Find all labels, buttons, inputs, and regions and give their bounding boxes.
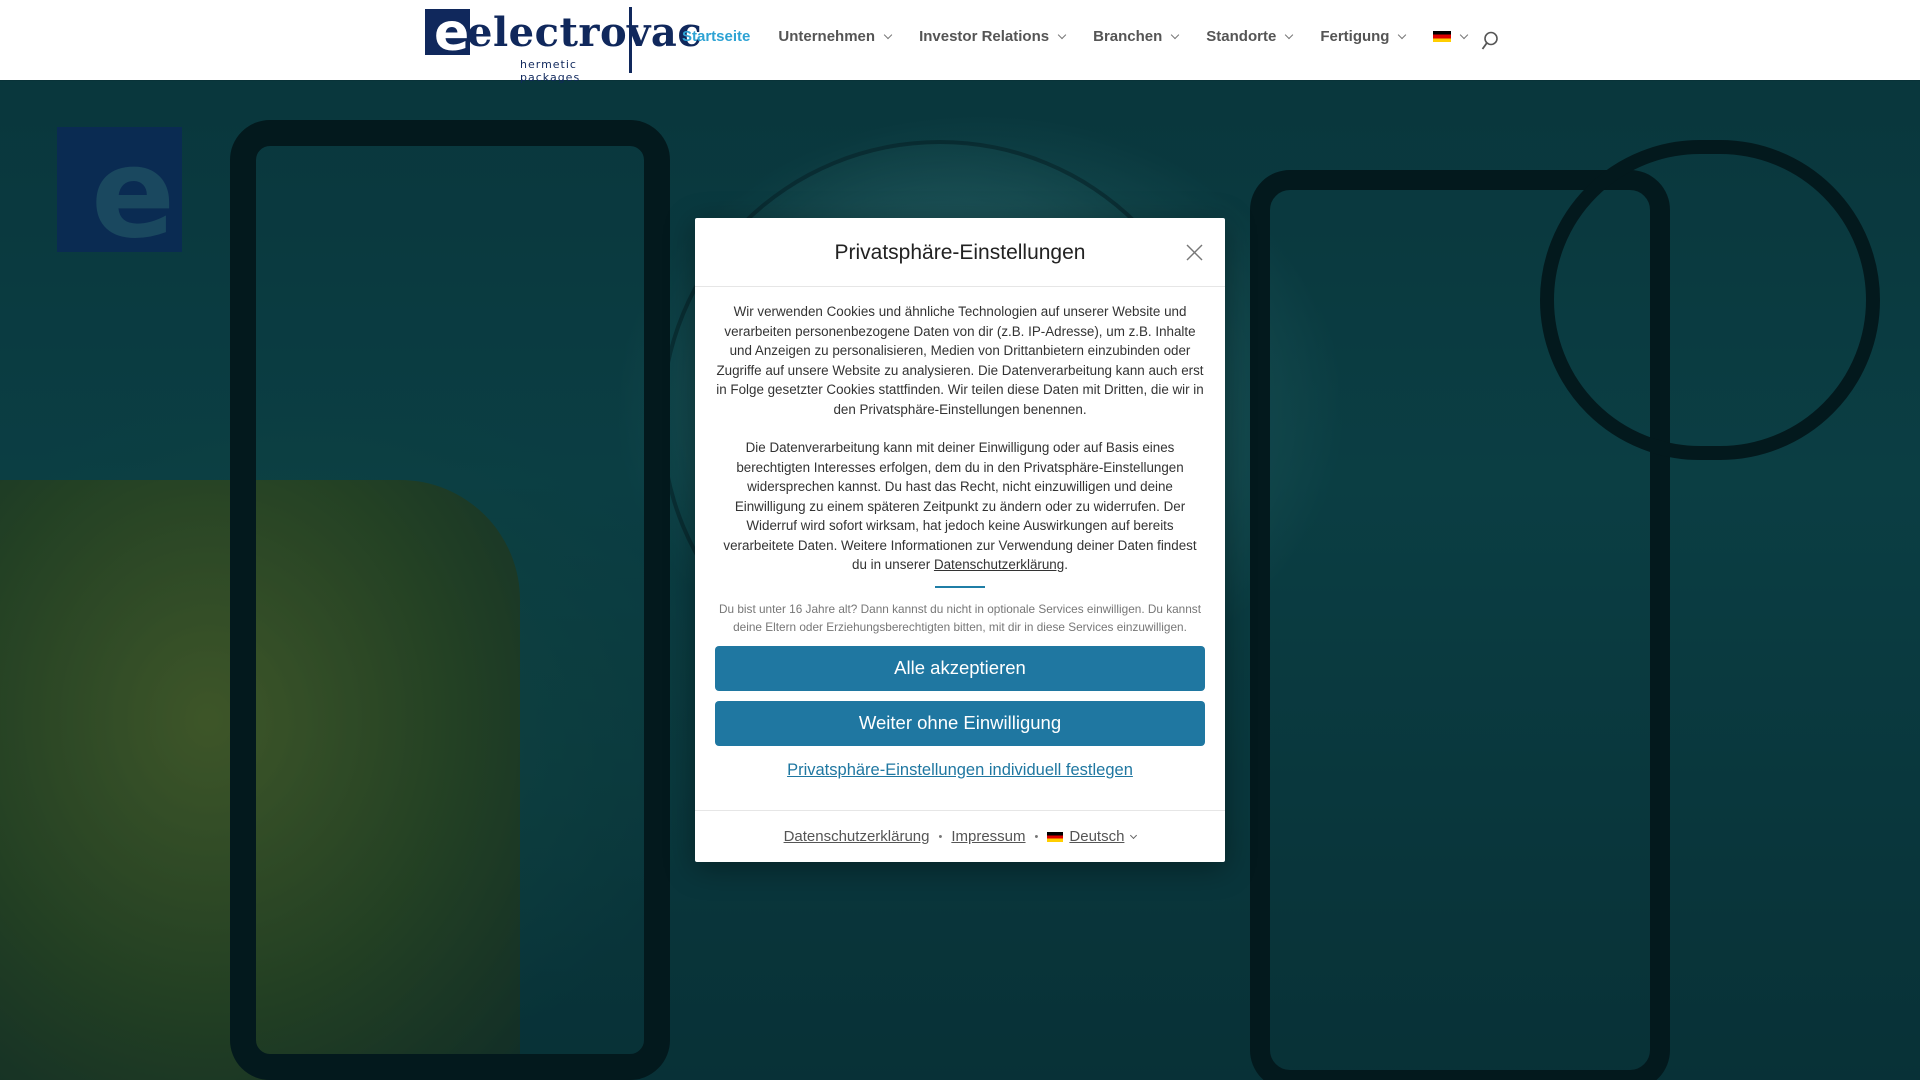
- individual-settings-link[interactable]: Privatsphäre-Einstellungen individuell f…: [715, 761, 1205, 780]
- language-label: Deutsch: [1069, 828, 1125, 845]
- nav-item-fertigung[interactable]: Fertigung: [1320, 28, 1407, 45]
- flag-de-icon: [1433, 31, 1452, 42]
- footer-language-select[interactable]: Deutsch: [1047, 828, 1138, 845]
- site-header: e electrovac hermetic packages Startseit…: [0, 0, 1920, 84]
- chevron-down-icon: [1460, 30, 1469, 40]
- language-switcher[interactable]: [1433, 30, 1469, 42]
- chevron-down-icon: [1130, 831, 1138, 839]
- continue-without-consent-button[interactable]: Weiter ohne Einwilligung: [715, 700, 1205, 746]
- accept-all-button[interactable]: Alle akzeptieren: [715, 645, 1205, 691]
- nav-item-standorte[interactable]: Standorte: [1206, 28, 1294, 45]
- nav-item-unternehmen[interactable]: Unternehmen: [778, 28, 893, 45]
- logo-tagline: hermetic packages: [520, 58, 581, 84]
- dialog-header: Privatsphäre-Einstellungen: [695, 218, 1225, 287]
- chevron-down-icon: [883, 30, 893, 40]
- logo-wordmark: electrovac: [467, 9, 703, 56]
- nav-item-branchen[interactable]: Branchen: [1093, 28, 1180, 45]
- dialog-footer: Datenschutzerklärung • Impressum • Deuts…: [695, 810, 1225, 862]
- chevron-down-icon: [1171, 30, 1180, 40]
- privacy-settings-dialog: Privatsphäre-Einstellungen Wir verwenden…: [695, 218, 1225, 862]
- nav-item-startseite[interactable]: Startseite: [682, 28, 750, 45]
- dialog-body: Wir verwenden Cookies und ähnliche Techn…: [695, 287, 1225, 780]
- chevron-down-icon: [1057, 30, 1067, 40]
- footer-imprint-link[interactable]: Impressum: [951, 828, 1025, 845]
- logo-e-mark: e: [425, 7, 470, 59]
- chevron-down-icon: [1285, 30, 1294, 40]
- dialog-title: Privatsphäre-Einstellungen: [834, 241, 1086, 264]
- chevron-down-icon: [1398, 30, 1407, 40]
- search-icon[interactable]: [1481, 31, 1499, 51]
- consent-paragraph-2: Die Datenverarbeitung kann mit deiner Ei…: [723, 440, 1197, 572]
- logo-bar: [629, 7, 632, 73]
- close-icon[interactable]: [1186, 244, 1203, 261]
- minor-notice: Du bist unter 16 Jahre alt? Dann kannst …: [719, 601, 1201, 634]
- flag-de-icon: [1047, 831, 1064, 842]
- separator: •: [938, 830, 943, 843]
- nav-item-investor-relations[interactable]: Investor Relations: [919, 28, 1067, 45]
- divider: [935, 585, 985, 588]
- privacy-policy-inline-link[interactable]: Datenschutzerklärung: [934, 557, 1064, 572]
- consent-paragraph-1: Wir verwenden Cookies und ähnliche Techn…: [716, 304, 1204, 417]
- main-nav: Startseite Unternehmen Investor Relation…: [682, 28, 1495, 45]
- footer-privacy-link[interactable]: Datenschutzerklärung: [784, 828, 930, 845]
- e-watermark-logo: e: [57, 127, 182, 256]
- electrovac-logo[interactable]: e electrovac hermetic packages: [425, 7, 702, 84]
- separator: •: [1034, 830, 1039, 843]
